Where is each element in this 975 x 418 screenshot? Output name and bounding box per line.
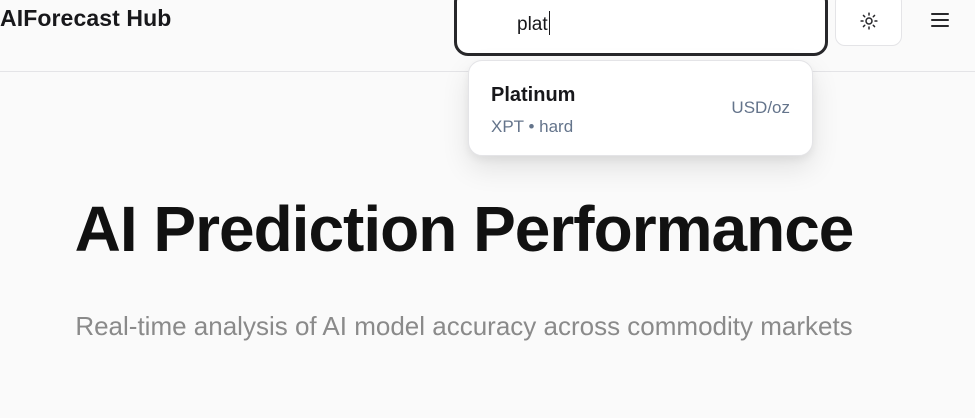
result-name: Platinum [491,84,576,106]
hamburger-menu-icon [931,13,949,27]
commodity-search-input[interactable]: plat [454,0,828,56]
page-title: AI Prediction Performance [74,193,855,265]
search-input-value[interactable]: plat [517,11,550,36]
sun-icon [860,12,878,30]
main-menu-button[interactable] [920,0,960,40]
result-unit: USD/oz [731,98,790,117]
text-caret [548,11,550,35]
search-results-dropdown: Platinum XPT • hard USD/oz [468,60,813,156]
search-result-option-platinum[interactable]: Platinum XPT • hard USD/oz [469,61,812,155]
brand-logo-text[interactable]: AIForecast Hub [0,5,171,32]
result-symbol-category: XPT • hard [491,117,574,136]
page-subtitle: Real-time analysis of AI model accuracy … [75,311,853,341]
theme-toggle-button[interactable] [835,0,902,46]
